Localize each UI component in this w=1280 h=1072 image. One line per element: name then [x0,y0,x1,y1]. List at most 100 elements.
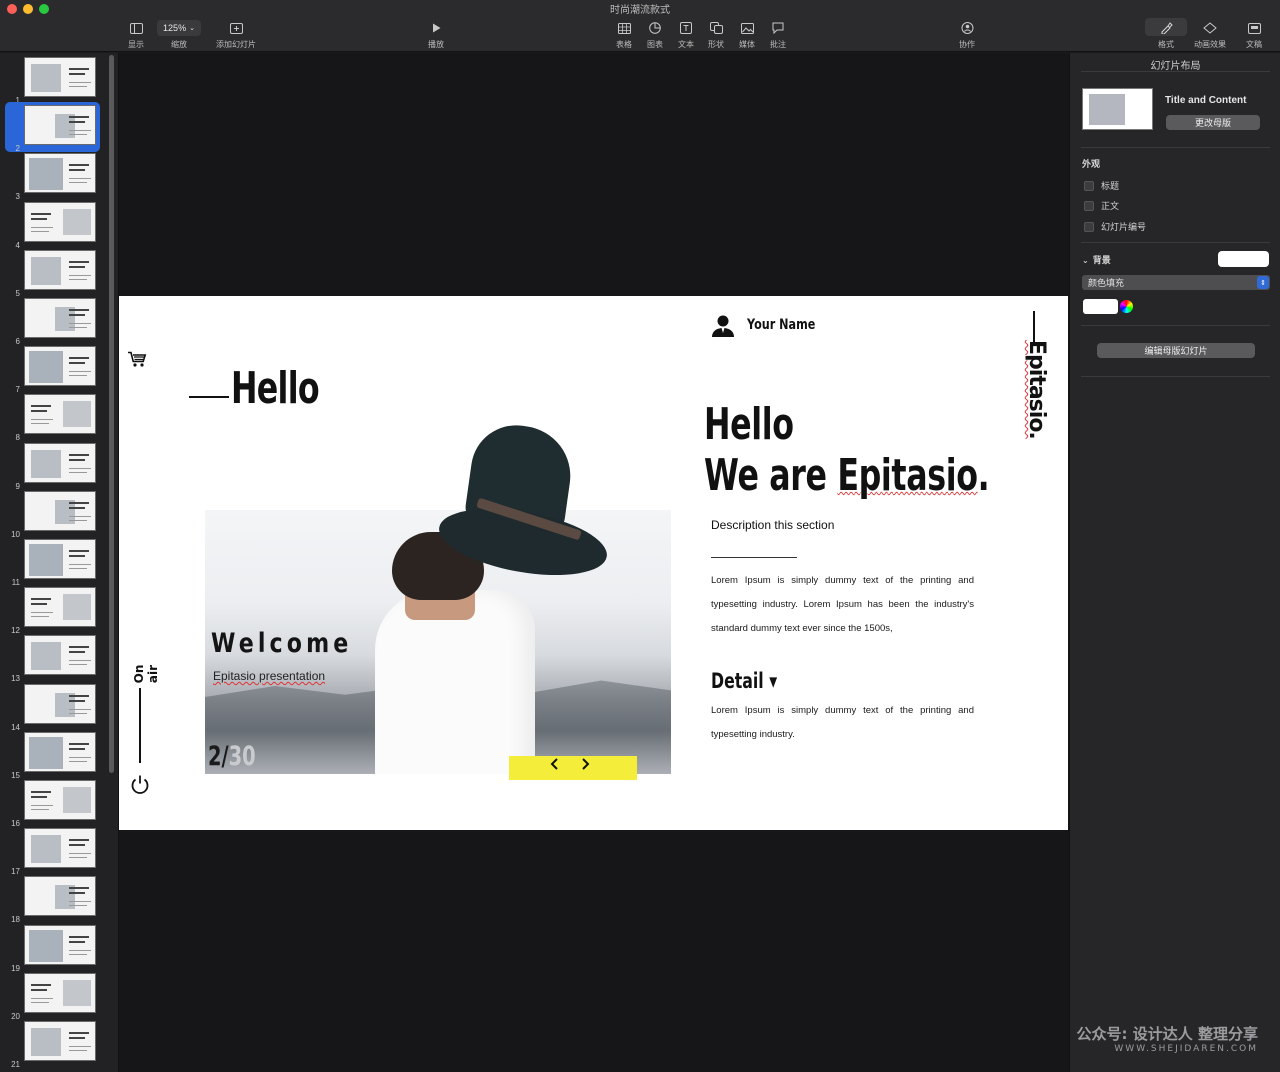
thumbnail-text-line [69,73,85,75]
add-slide-button[interactable]: 添加幻灯片 [214,18,258,50]
navigator-scrollbar[interactable] [109,55,114,773]
layout-thumbnail[interactable] [1082,88,1153,130]
play-button[interactable]: 播放 [414,18,458,50]
title-checkbox[interactable] [1084,180,1094,191]
slide-thumbnail-3[interactable]: 3 [0,153,106,201]
slide-thumbnail-6[interactable]: 6 [0,298,106,346]
inspector-divider [1081,147,1270,148]
slide-thumbnail-12[interactable]: 12 [0,587,106,635]
slide-preview [24,876,96,917]
background-color-swatch[interactable] [1218,251,1269,267]
vertical-brand-label: Epitasio. [1024,340,1049,439]
collaborate-button[interactable]: 协作 [945,18,989,50]
document-button[interactable]: 文稿 [1232,18,1276,50]
thumbnail-text-line [69,265,85,268]
image-icon [740,18,754,38]
chevron-down-icon: ⌄ [189,25,195,32]
slide-number: 15 [11,770,20,780]
slide-thumbnail-4[interactable]: 4 [0,201,106,250]
thumbnail-image [63,787,91,813]
thumbnail-image [63,979,91,1006]
slide-thumbnail-13[interactable]: 13 [0,635,106,683]
change-master-button[interactable]: 更改母版 [1166,115,1260,130]
slide-thumbnail-14[interactable]: 14 [0,683,106,732]
slide-preview [24,249,96,290]
slide-thumbnail-16[interactable]: 16 [0,780,106,828]
slide-thumbnail-2[interactable]: 2 [0,102,106,153]
thumbnail-image [63,594,91,621]
thumbnail-text-line [31,230,49,232]
body-checkbox[interactable] [1084,200,1094,211]
slide-thumbnail-7[interactable]: 7 [0,346,106,394]
body-paragraph-2: Lorem Ipsum is simply dummy text of the … [711,705,974,740]
thumbnail-text-line [69,1032,89,1034]
background-label[interactable]: ⌄ 背景 [1082,253,1111,266]
format-button[interactable]: 格式 [1144,18,1188,50]
slide-preview [24,442,96,483]
slide-number: 4 [15,240,20,250]
comment-icon [772,18,784,38]
slide-thumbnail-1[interactable]: 1 [0,57,106,105]
thumbnail-text-line [69,278,87,280]
thumbnail-text-line [69,357,89,360]
slide-preview [24,490,96,531]
welcome-subtitle-text: Epitasio presentation [213,669,326,683]
slide-number: 17 [11,867,20,877]
slide-number: 6 [15,337,20,346]
fill-color-well[interactable] [1083,299,1118,314]
current-slide[interactable]: Hello Welcome Epitasio presentation 2/30… [119,296,1068,830]
thumbnail-text-line [69,949,91,951]
thumbnail-text-line [69,453,89,456]
thumbnail-text-line [69,901,91,903]
fill-type-select[interactable]: 颜色填充 ⇕ [1082,275,1270,290]
thumbnail-text-line [31,809,49,810]
slide-thumbnail-17[interactable]: 17 [0,828,106,877]
slide-number: 18 [11,915,20,925]
thumbnail-text-line [69,323,91,324]
comment-button[interactable]: 批注 [756,18,800,50]
zoom-control[interactable]: 125% ⌄ 缩放 [157,18,201,50]
photo-hat-layer [205,419,671,596]
slide-thumbnail-18[interactable]: 18 [0,876,106,925]
slide-thumbnail-10[interactable]: 10 [0,490,106,539]
thumbnail-text-line [31,997,53,999]
display-button[interactable]: 显示 [114,18,158,50]
slide-thumbnail-20[interactable]: 20 [0,972,106,1021]
slide-thumbnail-21[interactable]: 21 [0,1021,106,1069]
thumbnail-text-line [31,410,47,413]
welcome-subtitle: Epitasio presentation [213,669,325,683]
zoom-select[interactable]: 125% ⌄ [157,20,201,36]
thumbnail-text-line [69,953,87,955]
layout-name: Title and Content [1165,95,1247,106]
slide-thumbnail-19[interactable]: 19 [0,924,106,973]
body-checkbox-row[interactable]: 正文 [1084,199,1119,212]
title-checkbox-row[interactable]: 标题 [1084,179,1119,192]
slide-preview [24,539,96,579]
animate-button[interactable]: 动画效果 [1188,18,1232,50]
slide-thumbnail-9[interactable]: 9 [0,442,106,491]
page-counter: 2/30 [208,741,256,772]
color-wheel-icon[interactable] [1120,300,1133,313]
chevron-left-icon[interactable] [548,757,562,776]
thumbnail-image [31,64,61,92]
slide-thumbnail-5[interactable]: 5 [0,249,106,298]
thumbnail-text-line [69,760,87,762]
edit-master-slide-button[interactable]: 编辑母版幻灯片 [1097,343,1255,358]
thumbnail-text-line [69,371,91,373]
thumbnail-text-line [69,68,89,70]
detail-heading: Detail ▾ [711,669,778,693]
thumbnail-text-line [69,564,91,565]
thumbnail-text-line [31,791,51,793]
slide-number-checkbox[interactable] [1084,221,1094,232]
slide-preview [24,105,96,146]
slide-thumbnail-8[interactable]: 8 [0,394,106,442]
slide-thumbnail-15[interactable]: 15 [0,731,106,780]
thumbnail-text-line [69,121,85,124]
chevron-right-icon[interactable] [578,757,592,776]
thumbnail-text-line [69,471,87,473]
thumbnail-text-line [69,935,89,938]
slide-number-checkbox-row[interactable]: 幻灯片编号 [1084,220,1146,233]
thumbnail-text-line [69,519,87,521]
thumbnail-text-line [69,458,85,461]
slide-thumbnail-11[interactable]: 11 [0,539,106,587]
